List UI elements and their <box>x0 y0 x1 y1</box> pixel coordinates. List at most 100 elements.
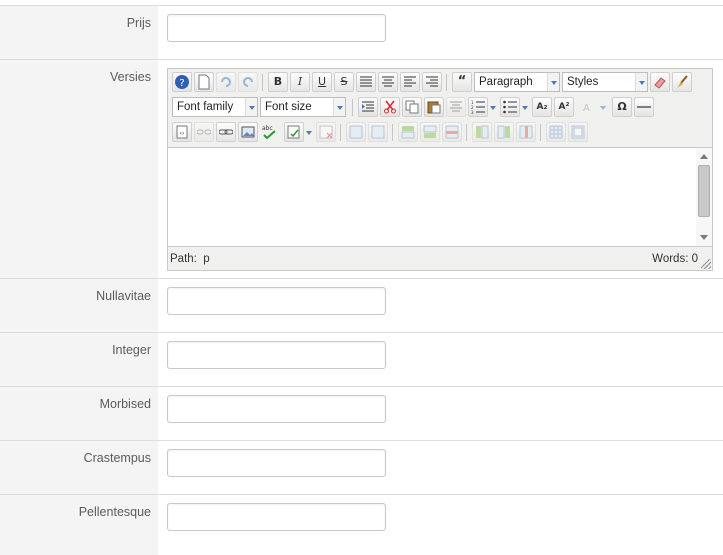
table-row-icon <box>349 125 363 139</box>
editor-status-bar: Path: p Words: 0 <box>168 249 712 270</box>
integer-input[interactable] <box>167 341 386 369</box>
cell-props-button[interactable] <box>368 122 388 142</box>
ordered-list-menu-arrow[interactable] <box>488 97 498 117</box>
product-form: Prijs Versies ? B I U S “ Paragraph Styl… <box>0 0 723 555</box>
col-before-icon <box>476 125 489 139</box>
cleanup-broom-button[interactable] <box>672 72 692 92</box>
subscript-button[interactable]: A₂ <box>532 97 552 117</box>
text-color-menu-arrow[interactable] <box>598 97 608 117</box>
format-select[interactable]: Paragraph <box>474 72 560 92</box>
styles-select[interactable]: Styles <box>562 72 648 92</box>
eraser-button[interactable] <box>650 72 670 92</box>
insert-col-before-button[interactable] <box>472 122 492 142</box>
delete-col-button[interactable] <box>516 122 536 142</box>
rich-text-editor: ? B I U S “ Paragraph Styles Font family… <box>167 68 713 271</box>
bold-button[interactable]: B <box>268 72 288 92</box>
form-row-nullavitae: Nullavitae <box>0 278 723 332</box>
split-cells-button[interactable] <box>546 122 566 142</box>
insert-row-after-button[interactable] <box>420 122 440 142</box>
font-family-select-value: Font family <box>177 101 234 113</box>
scroll-down-icon[interactable] <box>700 235 708 240</box>
chevron-down-icon <box>547 73 559 91</box>
link-icon <box>218 129 234 135</box>
morbised-input[interactable] <box>167 395 386 423</box>
scroll-up-icon[interactable] <box>700 154 708 159</box>
ordered-list-icon: 123 <box>471 100 485 115</box>
crastempus-input[interactable] <box>167 449 386 477</box>
bullet-list-button[interactable] <box>500 97 520 117</box>
align-center-icon <box>382 76 394 87</box>
redo-button[interactable] <box>238 72 258 92</box>
resize-grip-icon[interactable] <box>701 259 711 269</box>
editor-path: Path: p <box>170 253 210 265</box>
merge-cells-button[interactable] <box>568 122 588 142</box>
format-select-value: Paragraph <box>479 76 533 88</box>
scroll-thumb[interactable] <box>698 165 710 217</box>
special-character-button[interactable]: Ω <box>612 97 632 117</box>
form-row-versies: Versies ? B I U S “ Paragraph Styles Fon… <box>0 59 723 278</box>
spellcheck-language-button[interactable] <box>284 122 304 142</box>
indent-button[interactable] <box>358 97 378 117</box>
unlink-icon <box>196 129 212 135</box>
spellcheck-menu-arrow[interactable] <box>304 122 314 142</box>
strikethrough-button[interactable]: S <box>334 72 354 92</box>
delete-table-button[interactable] <box>316 122 336 142</box>
help-button[interactable]: ? <box>172 72 192 92</box>
insert-image-button[interactable] <box>238 122 258 142</box>
insert-col-after-button[interactable] <box>494 122 514 142</box>
prijs-input[interactable] <box>167 14 386 42</box>
align-justify-button[interactable] <box>356 72 376 92</box>
form-row-morbised: Morbised <box>0 386 723 440</box>
editor-vertical-scrollbar[interactable] <box>696 148 712 246</box>
help-icon: ? <box>175 75 189 89</box>
align-left-button[interactable] <box>400 72 420 92</box>
editor-content-area[interactable] <box>168 147 712 247</box>
font-family-select[interactable]: Font family <box>172 97 258 117</box>
chevron-down-icon <box>333 98 345 116</box>
italic-button[interactable]: I <box>290 72 310 92</box>
merge-cells-icon <box>571 125 585 139</box>
chevron-down-icon <box>635 73 647 91</box>
svg-text:?: ? <box>179 78 184 89</box>
horizontal-rule-button[interactable] <box>634 97 654 117</box>
unlink-button[interactable] <box>194 122 214 142</box>
chevron-down-icon <box>245 98 257 116</box>
bullet-list-menu-arrow[interactable] <box>520 97 530 117</box>
row-props-button[interactable] <box>346 122 366 142</box>
delete-row-button[interactable] <box>442 122 462 142</box>
delete-col-icon <box>519 125 533 139</box>
spellcheck-button[interactable]: abc <box>260 122 280 142</box>
pellentesque-input[interactable] <box>167 503 386 531</box>
image-icon <box>241 126 255 138</box>
spellcheck-icon: abc <box>262 125 276 140</box>
align-left-icon <box>404 76 416 87</box>
eraser-icon <box>654 77 666 89</box>
path-value[interactable]: p <box>203 253 209 265</box>
align-right-icon <box>426 76 438 87</box>
paste-button[interactable] <box>424 97 444 117</box>
blockquote-button[interactable]: “ <box>452 72 472 92</box>
spellcheck-language-icon <box>287 125 300 139</box>
insert-link-button[interactable] <box>216 122 236 142</box>
font-size-select[interactable]: Font size <box>260 97 346 117</box>
align-right-button[interactable] <box>422 72 442 92</box>
undo-button[interactable] <box>216 72 236 92</box>
align-center-button[interactable] <box>378 72 398 92</box>
superscript-button[interactable]: A² <box>554 97 574 117</box>
broom-icon <box>677 75 688 88</box>
align-justify-icon <box>360 76 372 87</box>
scissors-icon <box>384 100 396 114</box>
svg-text:3: 3 <box>471 110 474 114</box>
nullavitae-input[interactable] <box>167 287 386 315</box>
svg-text:A: A <box>583 103 590 114</box>
ordered-list-button[interactable]: 123 <box>468 97 488 117</box>
outdent-button[interactable] <box>446 97 466 117</box>
copy-button[interactable] <box>402 97 422 117</box>
text-color-button[interactable]: A <box>578 97 598 117</box>
underline-button[interactable]: U <box>312 72 332 92</box>
source-code-button[interactable]: ‹› <box>172 122 192 142</box>
cut-button[interactable] <box>380 97 400 117</box>
new-document-button[interactable] <box>194 72 214 92</box>
insert-row-before-button[interactable] <box>398 122 418 142</box>
bullet-list-icon <box>503 100 517 114</box>
